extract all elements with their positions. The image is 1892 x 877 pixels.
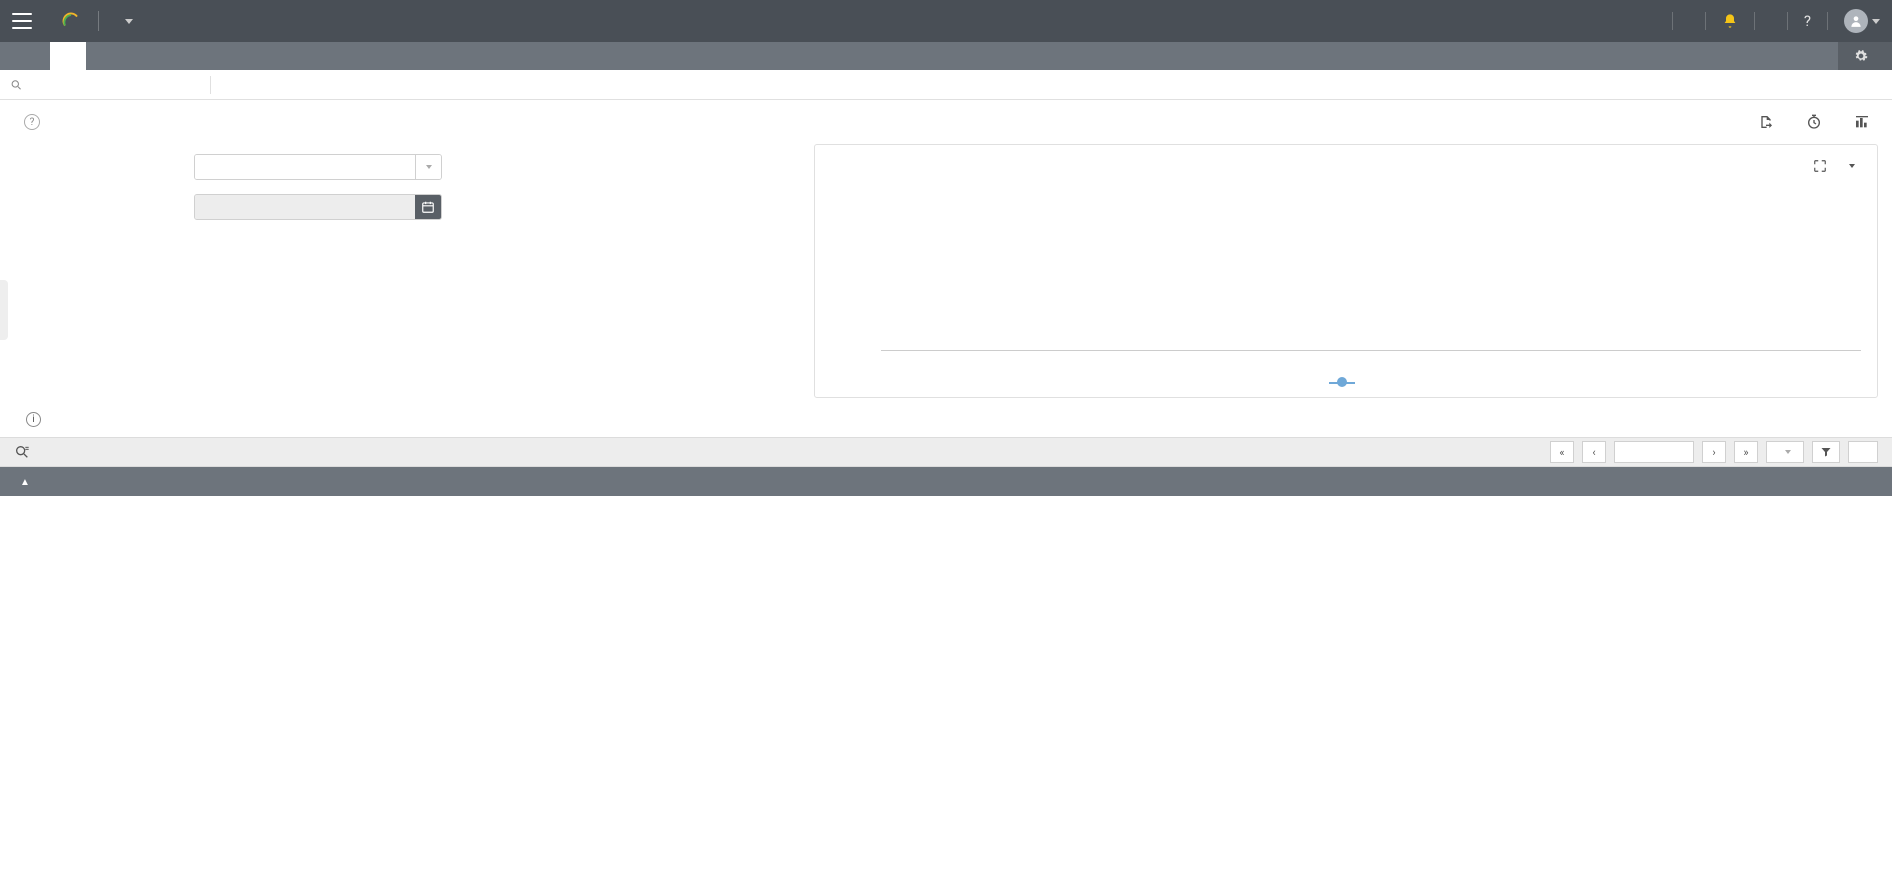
- separator: [1705, 12, 1706, 30]
- export-icon: [1758, 114, 1774, 130]
- column-storage[interactable]: [946, 467, 1892, 496]
- legend-marker: [1337, 377, 1347, 387]
- period-select[interactable]: [194, 194, 442, 220]
- notification-bell-icon[interactable]: [1722, 13, 1738, 29]
- tenant-select[interactable]: [194, 154, 442, 180]
- date-picker-button[interactable]: [415, 195, 441, 219]
- brand-logo: [50, 12, 80, 30]
- search-report-input[interactable]: [29, 78, 210, 92]
- separator: [98, 11, 99, 31]
- sort-asc-icon: ▲: [20, 477, 30, 488]
- page-size-select[interactable]: [1766, 441, 1804, 463]
- first-page-button[interactable]: «: [1550, 441, 1574, 463]
- search-icon: [10, 78, 23, 92]
- chart-plot: [881, 181, 1861, 351]
- calendar-icon: [421, 200, 435, 214]
- module-dropdown[interactable]: [117, 19, 133, 24]
- tab-reports[interactable]: [50, 42, 86, 70]
- chart-card: [814, 144, 1878, 398]
- column-date[interactable]: ▲: [0, 467, 946, 496]
- tab-support[interactable]: [230, 42, 266, 70]
- export-button[interactable]: [1758, 114, 1782, 130]
- chevron-down-icon: [426, 165, 432, 169]
- chart-menu-button[interactable]: [1843, 157, 1861, 175]
- prev-page-button[interactable]: ‹: [1582, 441, 1606, 463]
- help-icon[interactable]: ?: [1804, 12, 1811, 30]
- table-search-icon[interactable]: [14, 444, 30, 460]
- page-header: ?: [0, 100, 1892, 144]
- line-chart: [881, 181, 1861, 351]
- clock-icon: [1806, 114, 1822, 130]
- help-icon[interactable]: ?: [24, 114, 40, 130]
- tab-delegation[interactable]: [158, 42, 194, 70]
- schedule-button[interactable]: [1806, 114, 1830, 130]
- data-table: ▲: [0, 467, 1892, 496]
- filter-button[interactable]: [1812, 441, 1840, 463]
- chevron-down-icon: [125, 19, 133, 24]
- tab-dashboard[interactable]: [14, 42, 50, 70]
- last-page-button[interactable]: »: [1734, 441, 1758, 463]
- period-value[interactable]: [195, 195, 415, 219]
- chart-body: [831, 181, 1861, 351]
- topbar: ?: [0, 0, 1892, 42]
- tenant-settings-button[interactable]: [1838, 42, 1892, 70]
- expand-icon[interactable]: [1811, 157, 1829, 175]
- more-icon: [1854, 114, 1870, 130]
- tab-management[interactable]: [86, 42, 122, 70]
- add-remove-columns-button[interactable]: [1848, 441, 1878, 463]
- more-button[interactable]: [1854, 114, 1878, 130]
- brand-swoosh-icon: [62, 12, 80, 30]
- separator: [1827, 12, 1828, 30]
- filter-row: [0, 70, 1892, 100]
- generated-row: i: [0, 412, 1892, 437]
- chevron-down-icon: [1849, 164, 1855, 168]
- tab-settings[interactable]: [194, 42, 230, 70]
- chevron-down-icon: [1785, 450, 1791, 454]
- next-page-button[interactable]: ›: [1702, 441, 1726, 463]
- table-toolbar: « ‹ › »: [0, 437, 1892, 467]
- tenant-dropdown-button[interactable]: [415, 155, 441, 179]
- main-tabs: [0, 42, 1892, 70]
- page-range: [1614, 441, 1694, 463]
- menu-icon[interactable]: [12, 13, 32, 29]
- separator: [210, 76, 211, 94]
- tab-automation[interactable]: [122, 42, 158, 70]
- avatar-icon: [1844, 9, 1868, 33]
- chart-legend: [831, 377, 1861, 387]
- x-axis: [881, 350, 1861, 351]
- content-row: [0, 144, 1892, 412]
- separator: [1754, 12, 1755, 30]
- separator: [1787, 12, 1788, 30]
- user-menu[interactable]: [1844, 9, 1880, 33]
- chevron-down-icon: [1872, 19, 1880, 24]
- separator: [1672, 12, 1673, 30]
- search-report[interactable]: [10, 78, 210, 92]
- left-side-handle[interactable]: [0, 280, 8, 340]
- gear-icon: [1854, 49, 1868, 63]
- info-icon[interactable]: i: [26, 412, 41, 427]
- tenant-value[interactable]: [195, 155, 415, 179]
- filters-panel: [14, 144, 794, 398]
